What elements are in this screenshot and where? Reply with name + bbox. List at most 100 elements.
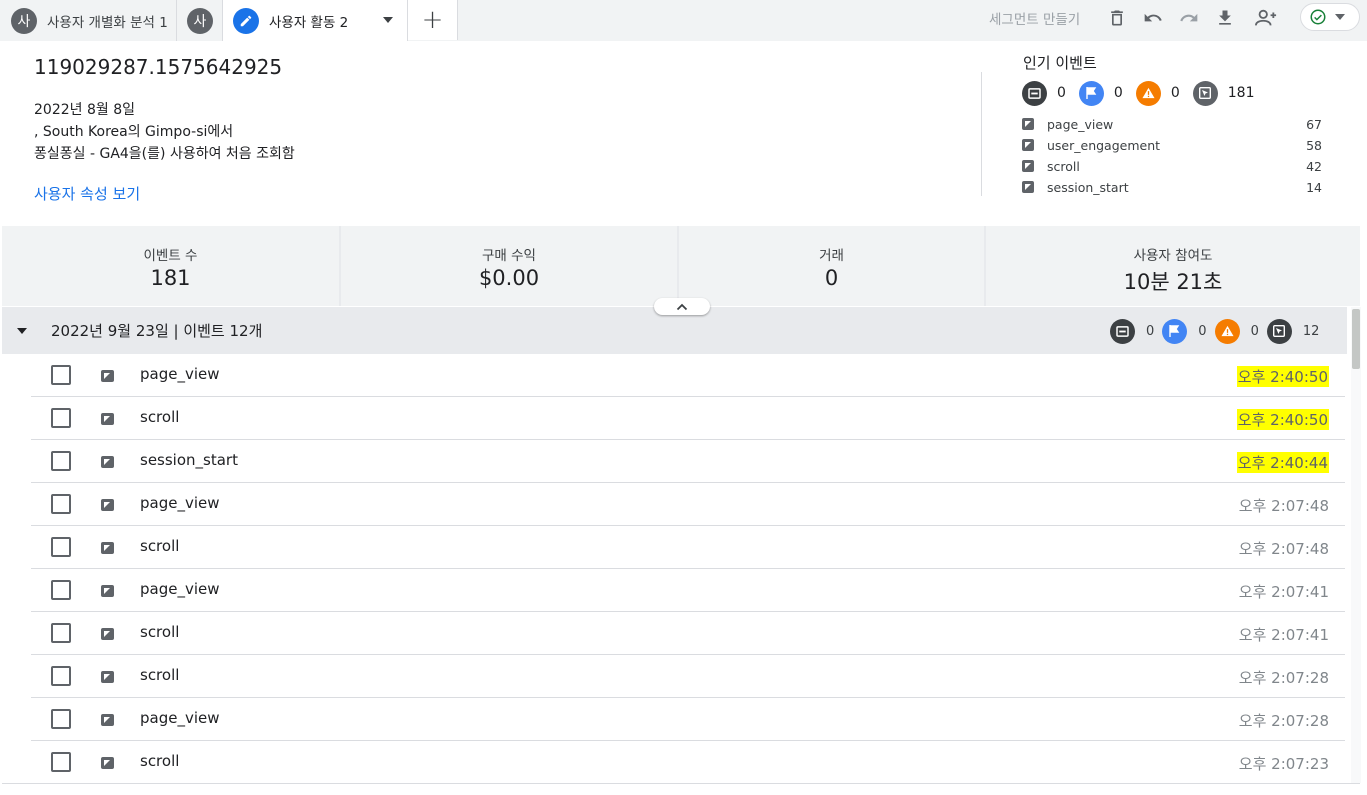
popular-event-name: session_start [1047,179,1129,195]
event-row[interactable]: page_view 오후 2:07:41 [31,569,1345,612]
popular-event-name: page_view [1047,116,1114,132]
popular-events-title: 인기 이벤트 [1023,54,1097,72]
metric-purchase-revenue: 구매 수익 $0.00 [341,226,677,306]
pencil-icon [233,7,259,34]
conversion-icon [1110,318,1135,344]
popular-event-item: session_start 14 [1022,178,1322,196]
popular-event-count: 67 [1306,116,1322,132]
event-time: 오후 2:07:23 [1238,755,1329,773]
event-time: 오후 2:40:50 [1236,366,1329,387]
first-seen-location: , South Korea의 Gimpo-si에서 [34,124,234,140]
create-segment-button[interactable]: 세그먼트 만들기 [989,8,1080,28]
flag-icon [1078,80,1104,106]
popular-event-count: 58 [1306,137,1322,153]
first-seen-description: 퐁실퐁실 - GA4을(를) 사용하여 처음 조회함 [34,146,295,162]
event-row[interactable]: scroll 오후 2:07:48 [31,526,1345,569]
event-time: 오후 2:40:50 [1236,409,1329,430]
event-row[interactable]: page_view 오후 2:40:50 [31,354,1345,397]
conversion-icon [1022,80,1047,106]
tab-user-explorer[interactable]: 사 사용자 개별화 분석 1 [0,0,176,41]
collapse-header-button[interactable] [654,298,710,315]
undo-icon[interactable] [1140,5,1166,31]
check-circle-icon [1310,9,1326,25]
cursor-icon [1192,80,1218,106]
cursor-icon [1022,139,1034,151]
event-row[interactable]: session_start 오후 2:40:44 [31,440,1345,483]
cursor-icon [1022,118,1034,130]
download-icon[interactable] [1212,5,1238,31]
add-tab-button[interactable]: + [408,0,458,40]
metric-label: 구매 수익 [482,248,536,264]
event-row[interactable]: scroll 오후 2:07:41 [31,612,1345,655]
event-count: 12 [1302,323,1320,339]
event-name: page_view [140,580,220,598]
event-row[interactable]: page_view 오후 2:07:28 [31,698,1345,741]
popular-event-item: user_engagement 58 [1022,136,1322,154]
metric-engagement: 사용자 참여도 10분 21초 [986,226,1360,306]
event-time: 오후 2:07:48 [1238,497,1329,515]
scrollbar-thumb[interactable] [1352,309,1360,369]
metric-value: 10분 21초 [1123,270,1223,294]
event-row[interactable]: scroll 오후 2:07:28 [31,655,1345,698]
event-checkbox[interactable] [51,623,71,643]
cursor-icon [101,413,114,425]
event-name: session_start [140,451,238,469]
event-time: 오후 2:07:28 [1238,669,1329,687]
scrollbar-track[interactable] [1351,307,1361,783]
event-checkbox[interactable] [51,580,71,600]
popular-events-summary: 0 0 0 181 [1022,80,1268,106]
cursor-icon [101,628,114,640]
event-count: 181 [1227,85,1255,101]
first-seen-date: 2022년 8월 8일 [34,102,135,118]
user-id: 119029287.1575642925 [34,55,283,79]
cursor-icon [101,757,114,769]
cursor-icon [1022,181,1034,193]
event-name: scroll [140,666,180,684]
data-quality-dropdown[interactable] [1300,3,1360,31]
event-row[interactable]: page_view 오후 2:07:48 [31,483,1345,526]
event-checkbox[interactable] [51,494,71,514]
tab-menu-icon[interactable] [383,17,393,23]
event-checkbox[interactable] [51,408,71,428]
metric-value: 181 [150,266,191,290]
event-checkbox[interactable] [51,451,71,471]
popular-event-item: page_view 67 [1022,115,1322,133]
event-name: page_view [140,709,220,727]
error-count: 0 [1170,85,1180,101]
metric-value: $0.00 [478,266,540,290]
event-name: scroll [140,623,180,641]
warning-icon [1135,80,1161,106]
view-user-properties-link[interactable]: 사용자 속성 보기 [34,183,140,204]
flag-count: 0 [1198,323,1207,339]
redo-icon[interactable] [1176,5,1202,31]
metric-value: 0 [824,266,839,290]
cursor-icon [101,499,114,511]
delete-icon[interactable] [1104,5,1130,31]
expand-caret-icon[interactable] [17,328,27,334]
metric-transactions: 거래 0 [679,226,984,306]
warning-icon [1214,318,1240,344]
event-checkbox[interactable] [51,709,71,729]
flag-icon [1162,318,1188,344]
event-checkbox[interactable] [51,365,71,385]
event-checkbox[interactable] [51,666,71,686]
cursor-icon [101,542,114,554]
event-time: 오후 2:07:48 [1238,540,1329,558]
cursor-icon [1022,160,1034,172]
cursor-icon [101,671,114,683]
popular-event-name: scroll [1047,158,1080,174]
metric-label: 사용자 참여도 [1133,248,1213,264]
cursor-icon [101,585,114,597]
share-user-icon[interactable] [1253,5,1279,31]
event-row[interactable]: scroll 오후 2:40:50 [31,397,1345,440]
popular-event-name: user_engagement [1047,137,1161,153]
day-group-summary: 0 0 0 12 [1110,318,1327,344]
event-row[interactable]: scroll 오후 2:07:23 [31,741,1345,784]
flag-count: 0 [1113,85,1123,101]
event-checkbox[interactable] [51,537,71,557]
divider [981,72,982,196]
conversion-count: 0 [1057,85,1066,101]
tab-user-activity[interactable]: 사용자 활동 2 [222,0,408,41]
tab-user-explorer-2[interactable]: 사 [176,0,222,41]
event-checkbox[interactable] [51,752,71,772]
